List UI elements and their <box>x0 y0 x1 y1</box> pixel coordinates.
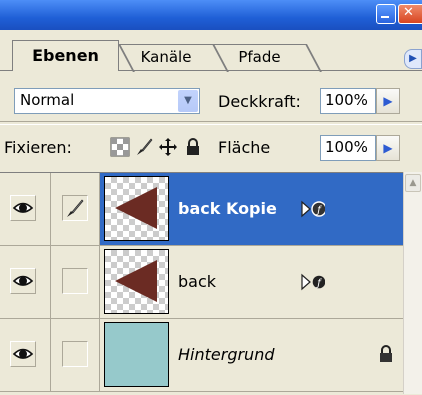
tab-kanaele[interactable]: Kanäle <box>119 44 213 70</box>
fx-icon[interactable]: ƒ <box>301 271 325 293</box>
lock-label: Fixieren: <box>4 138 72 157</box>
opacity-label: Deckkraft: <box>218 92 301 111</box>
tab-label: Kanäle <box>140 48 192 66</box>
column-divider <box>50 246 51 318</box>
tab-divider <box>305 44 322 72</box>
link-toggle[interactable] <box>62 195 88 221</box>
tab-label: Pfade <box>238 48 281 66</box>
layer-row[interactable]: back ƒ <box>0 246 404 319</box>
visibility-toggle[interactable] <box>10 341 36 367</box>
link-toggle[interactable] <box>62 341 88 367</box>
fill-slider-arrow-icon[interactable]: ▶ <box>376 135 400 161</box>
fill-input[interactable]: 100% <box>320 135 376 161</box>
opacity-slider-arrow-icon[interactable]: ▶ <box>376 88 400 114</box>
column-divider <box>50 173 51 245</box>
eye-icon <box>12 202 34 213</box>
layers-list: back Kopie ƒ back ƒ Hintergrund <box>0 172 422 395</box>
lock-icon <box>380 345 392 362</box>
brush-icon <box>67 199 84 217</box>
layers-scrollbar[interactable]: ▲ <box>403 172 422 394</box>
layer-name[interactable]: Hintergrund <box>178 345 274 364</box>
fill-label: Fläche <box>218 138 271 157</box>
fx-icon[interactable]: ƒ <box>301 198 325 220</box>
eye-icon <box>12 348 34 359</box>
layer-name[interactable]: back Kopie <box>178 199 277 218</box>
minimize-icon[interactable] <box>376 4 396 24</box>
tab-ebenen[interactable]: Ebenen <box>12 40 119 71</box>
layer-row[interactable]: back Kopie ƒ <box>0 173 404 246</box>
dropdown-arrow-icon[interactable]: ▼ <box>178 90 198 112</box>
tab-pfade[interactable]: Pfade <box>213 44 306 70</box>
layer-thumbnail <box>104 322 169 387</box>
blend-mode-select[interactable]: Normal ▼ <box>14 88 200 114</box>
column-divider <box>99 246 100 318</box>
visibility-toggle[interactable] <box>10 195 36 221</box>
blend-mode-value: Normal <box>20 91 75 109</box>
layer-row[interactable]: Hintergrund <box>0 319 404 392</box>
layer-thumbnail <box>104 176 169 241</box>
link-toggle[interactable] <box>62 268 88 294</box>
scroll-up-icon[interactable]: ▲ <box>405 174 421 192</box>
eye-icon <box>12 275 34 286</box>
title-bar <box>0 0 422 30</box>
layer-controls <box>0 246 100 318</box>
move-icon[interactable] <box>158 137 178 157</box>
lock-brush-icon[interactable] <box>134 137 154 157</box>
visibility-toggle[interactable] <box>10 268 36 294</box>
layer-name[interactable]: back <box>178 272 216 291</box>
column-divider <box>50 319 51 391</box>
tab-strip: Ebenen Kanäle Pfade ▶ <box>0 30 422 72</box>
lock-row: Fixieren: Fläche 100% ▶ <box>0 124 422 170</box>
lock-transparency-icon[interactable] <box>110 137 130 157</box>
tab-scroll-right-icon[interactable]: ▶ <box>404 49 422 69</box>
fill-value: 100% <box>325 138 368 156</box>
opacity-value: 100% <box>325 91 368 109</box>
layer-thumbnail <box>104 249 169 314</box>
close-icon[interactable] <box>398 4 422 24</box>
column-divider <box>99 319 100 391</box>
lock-all-icon[interactable] <box>183 137 203 157</box>
blend-row: Normal ▼ Deckkraft: 100% ▶ <box>0 71 422 121</box>
layer-controls <box>0 173 100 245</box>
tab-label: Ebenen <box>32 46 99 65</box>
layer-controls <box>0 319 100 391</box>
column-divider <box>99 173 100 245</box>
opacity-input[interactable]: 100% <box>320 88 376 114</box>
